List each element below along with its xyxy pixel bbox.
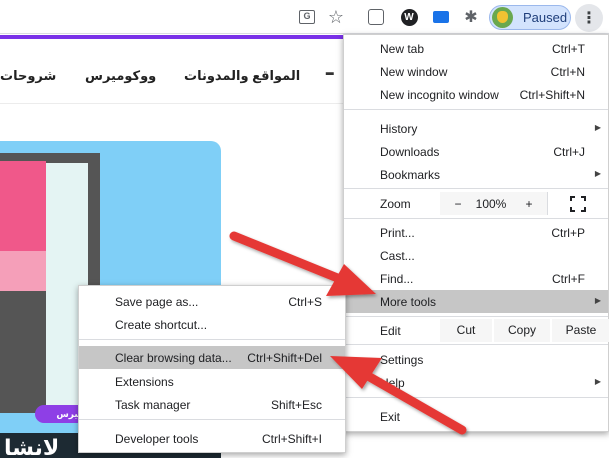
menu-separator (344, 316, 608, 317)
more-vert-icon: ⋮ (581, 10, 597, 27)
menu-item-label: New incognito window (380, 88, 499, 102)
menu-separator (344, 397, 608, 398)
menu-item-settings[interactable]: Settings (344, 348, 608, 371)
site-logo[interactable]: ـ (326, 55, 334, 81)
menu-item-label: New window (380, 65, 448, 79)
hero-illustration-block (0, 161, 46, 251)
wordpress-extension-icon[interactable]: W (399, 7, 419, 27)
extension-blue-icon[interactable] (431, 7, 451, 27)
wordpress-letter: W (400, 8, 418, 26)
edit-label: Edit (380, 324, 401, 338)
menu-item-new-window[interactable]: New window Ctrl+N (344, 60, 608, 83)
menu-separator (79, 339, 345, 340)
menu-item-save-page[interactable]: Save page as... Ctrl+S (79, 290, 345, 313)
menu-item-new-incognito[interactable]: New incognito window Ctrl+Shift+N (344, 83, 608, 106)
submenu-arrow-icon: ▶ (594, 296, 601, 305)
menu-item-label: Create shortcut... (115, 318, 208, 332)
menu-item-more-tools[interactable]: More tools ▶ (344, 290, 608, 313)
menu-item-label: Print... (380, 226, 415, 240)
menu-item-shortcut: Ctrl+P (551, 226, 585, 240)
menu-zoom-row: Zoom − 100% + (344, 192, 608, 215)
extension-shield-icon[interactable] (366, 7, 386, 27)
menu-item-shortcut: Ctrl+Shift+I (261, 432, 322, 446)
menu-item-label: Developer tools (115, 432, 199, 446)
menu-separator (79, 419, 345, 420)
menu-separator (344, 188, 608, 189)
menu-item-print[interactable]: Print... Ctrl+P (344, 221, 608, 244)
copy-button[interactable]: Copy (494, 319, 550, 342)
nav-link-tutorials[interactable]: شروحات (0, 68, 56, 84)
menu-item-downloads[interactable]: Downloads Ctrl+J (344, 140, 608, 163)
menu-item-shortcut: Ctrl+S (288, 295, 322, 309)
chrome-menu-button[interactable]: ⋮ (575, 4, 603, 32)
menu-item-label: Downloads (380, 145, 440, 159)
menu-item-cast[interactable]: Cast... (344, 244, 608, 267)
zoom-label: Zoom (380, 197, 411, 211)
bookmark-star-icon[interactable]: ☆ (326, 7, 346, 27)
menu-item-label: Settings (380, 353, 424, 367)
menu-separator (344, 109, 608, 110)
nav-link-sites[interactable]: المواقع والمدونات (184, 68, 300, 84)
avatar (492, 7, 513, 28)
chrome-main-menu: New tab Ctrl+T New window Ctrl+N New inc… (343, 34, 609, 432)
menu-item-find[interactable]: Find... Ctrl+F (344, 267, 608, 290)
menu-separator (344, 218, 608, 219)
submenu-arrow-icon: ▶ (594, 123, 601, 132)
menu-item-shortcut: Ctrl+Shift+N (519, 88, 585, 102)
menu-item-clear-browsing-data[interactable]: Clear browsing data... Ctrl+Shift+Del (79, 346, 345, 369)
menu-item-label: More tools (380, 295, 437, 309)
menu-item-label: Cast... (380, 249, 415, 263)
zoom-in-button[interactable]: + (511, 194, 547, 214)
hero-illustration-block-light (0, 251, 46, 291)
menu-item-developer-tools[interactable]: Developer tools Ctrl+Shift+I (79, 427, 345, 450)
menu-edit-row: Edit Cut Copy Paste (344, 319, 609, 342)
cut-button[interactable]: Cut (440, 319, 492, 342)
submenu-arrow-icon: ▶ (594, 169, 601, 178)
menu-item-bookmarks[interactable]: Bookmarks ▶ (344, 163, 608, 186)
menu-item-label: Extensions (115, 375, 174, 389)
menu-item-new-tab[interactable]: New tab Ctrl+T (344, 37, 608, 60)
menu-item-label: New tab (380, 42, 425, 56)
menu-item-shortcut: Ctrl+T (552, 42, 585, 56)
menu-item-create-shortcut[interactable]: Create shortcut... (79, 313, 345, 336)
menu-item-shortcut: Ctrl+F (552, 272, 585, 286)
fullscreen-icon[interactable] (569, 195, 587, 213)
more-tools-submenu: Save page as... Ctrl+S Create shortcut..… (78, 285, 346, 453)
profile-status-label: Paused (523, 10, 568, 25)
browser-toolbar: G ☆ W ✱ Paused ⋮ (0, 0, 609, 34)
translate-icon[interactable]: G (297, 7, 317, 27)
menu-item-label: Bookmarks (380, 168, 441, 182)
paste-button[interactable]: Paste (552, 319, 609, 342)
zoom-level: 100% (475, 197, 507, 211)
menu-item-shortcut: Ctrl+J (553, 145, 585, 159)
menu-item-shortcut: Shift+Esc (270, 398, 322, 412)
menu-item-label: Task manager (115, 398, 191, 412)
menu-item-label: Find... (380, 272, 414, 286)
menu-item-history[interactable]: History ▶ (344, 117, 608, 140)
menu-item-label: Help (380, 376, 405, 390)
zoom-divider (547, 192, 548, 215)
menu-item-label: Clear browsing data... (115, 351, 232, 365)
profile-button[interactable]: Paused (489, 5, 571, 30)
menu-item-label: Save page as... (115, 295, 199, 309)
menu-item-help[interactable]: Help ▶ (344, 371, 608, 394)
menu-item-task-manager[interactable]: Task manager Shift+Esc (79, 393, 345, 416)
nav-link-woocommerce[interactable]: ووكوميرس (85, 68, 156, 84)
menu-item-shortcut: Ctrl+N (550, 65, 585, 79)
menu-item-label: Exit (380, 410, 401, 424)
menu-separator (344, 344, 608, 345)
menu-item-label: History (380, 122, 418, 136)
submenu-arrow-icon: ▶ (594, 377, 601, 386)
menu-item-exit[interactable]: Exit (344, 405, 608, 428)
menu-item-shortcut: Ctrl+Shift+Del (247, 351, 322, 365)
menu-item-extensions[interactable]: Extensions (79, 370, 345, 393)
extensions-puzzle-icon[interactable]: ✱ (461, 7, 481, 27)
